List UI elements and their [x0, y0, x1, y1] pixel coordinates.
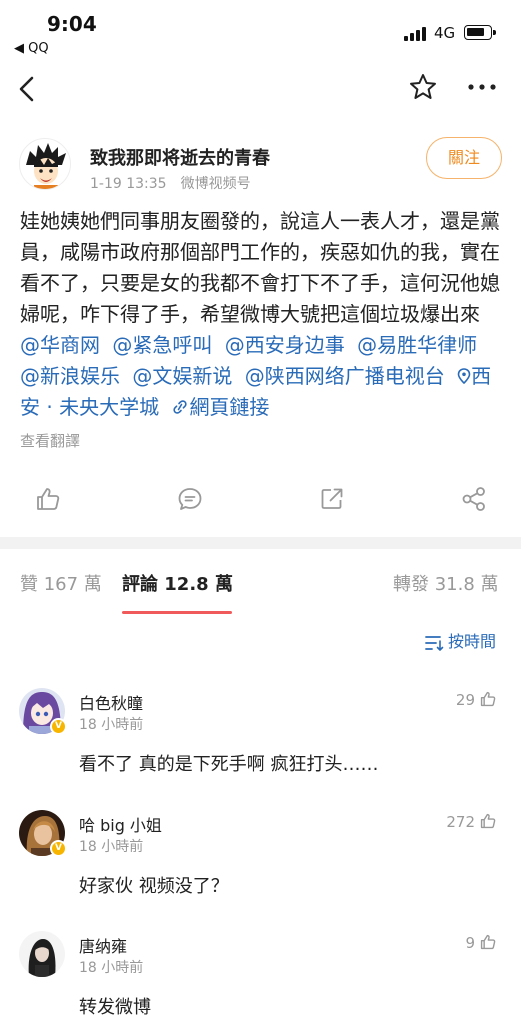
sort-icon [425, 635, 444, 651]
comment-text: 好家伙 视频没了？ [79, 876, 229, 897]
more-options-icon[interactable] [466, 72, 498, 102]
mention-link[interactable]: @新浪娱乐 [20, 364, 120, 388]
mention-link[interactable]: @华商网 [20, 333, 100, 357]
share-icon[interactable] [460, 485, 490, 515]
link-icon [173, 400, 188, 414]
battery-icon [464, 25, 496, 40]
comment-item: V 哈 big 小姐 18 小時前 272 好家伙 视频没了？ [0, 810, 521, 920]
status-bar: 9:04 ◀ QQ 4G [0, 0, 521, 62]
commenter-name[interactable]: 哈 big 小姐 [79, 812, 162, 836]
post-date: 1-19 13:35 [90, 176, 167, 192]
web-link-label: 網頁鏈接 [189, 395, 270, 419]
thumbs-up-icon [480, 813, 496, 829]
post-text: 娃她姨她們同事朋友圈發的，說這人一表人才，還是黨員，咸陽市政府那個部門工作的，疾… [20, 209, 500, 326]
repost-icon[interactable] [318, 485, 348, 515]
sort-label: 按時間 [448, 632, 497, 651]
comment-text: 看不了 真的是下死手啊 疯狂打头…… [79, 754, 379, 775]
web-link[interactable]: 網頁鏈接 [171, 395, 269, 419]
mention-link[interactable]: @文娱新说 [132, 364, 232, 388]
back-to-app-link[interactable]: ◀ QQ [14, 41, 49, 56]
status-time: 9:04 [47, 12, 97, 36]
comment-like-count: 29 [455, 691, 475, 709]
follow-button[interactable]: 關注 [426, 137, 502, 179]
tab-likes[interactable]: 贊 167 萬 [20, 570, 102, 596]
post-author-header: 致我那即将逝去的青春 1-19 13:35 微博视频号 關注 [0, 132, 521, 202]
commenter-name[interactable]: 唐纳雍 [79, 933, 127, 957]
comment-item: 唐纳雍 18 小時前 9 转发微博 [0, 931, 521, 1024]
author-name[interactable]: 致我那即将逝去的青春 [90, 144, 270, 170]
comment-icon[interactable] [176, 485, 206, 515]
network-type: 4G [434, 24, 456, 42]
interaction-tabs: 贊 167 萬 評論 12.8 萬 轉發 31.8 萬 [0, 565, 521, 615]
mention-link[interactable]: @西安身边事 [225, 333, 345, 357]
comment-time: 18 小時前 [79, 960, 144, 976]
back-arrow-icon[interactable] [16, 74, 40, 104]
nav-bar [0, 62, 521, 118]
signal-icon [404, 27, 428, 41]
sort-by-time-button[interactable]: 按時間 [424, 628, 496, 656]
location-pin-icon [457, 368, 471, 385]
section-divider [0, 537, 521, 549]
thumbs-up-icon [480, 934, 496, 950]
comment-like-button[interactable]: 9 [465, 933, 497, 952]
like-icon[interactable] [34, 485, 64, 515]
post-body: 娃她姨她們同事朋友圈發的，說這人一表人才，還是黨員，咸陽市政府那個部門工作的，疾… [20, 206, 504, 423]
commenter-name[interactable]: 白色秋瞳 [79, 690, 143, 714]
comment-time: 18 小時前 [79, 839, 144, 855]
comment-like-count: 272 [446, 813, 475, 831]
commenter-avatar[interactable] [19, 931, 65, 977]
post-source[interactable]: 微博视频号 [181, 176, 251, 192]
active-tab-indicator [122, 611, 232, 614]
comment-text: 转发微博 [79, 997, 151, 1018]
post-meta: 1-19 13:35 微博视频号 [90, 173, 251, 193]
comment-item: V 白色秋瞳 18 小時前 29 看不了 真的是下死手啊 疯狂打头…… [0, 688, 521, 798]
author-avatar[interactable] [19, 138, 71, 190]
favorite-star-icon[interactable] [408, 72, 438, 102]
tab-reposts[interactable]: 轉發 31.8 萬 [393, 570, 499, 596]
mention-link[interactable]: @陕西网络广播电视台 [245, 364, 445, 388]
mention-link[interactable]: @紧急呼叫 [112, 333, 212, 357]
verified-badge: V [50, 840, 67, 857]
verified-badge: V [50, 718, 67, 735]
comment-time: 18 小時前 [79, 717, 144, 733]
comment-like-button[interactable]: 29 [456, 690, 497, 709]
thumbs-up-icon [480, 691, 496, 707]
comment-like-button[interactable]: 272 [446, 812, 497, 831]
mention-link[interactable]: @易胜华律师 [357, 333, 477, 357]
translate-link[interactable]: 查看翻譯 [20, 430, 80, 451]
comment-like-count: 9 [465, 934, 475, 952]
post-action-bar [0, 485, 521, 525]
tab-comments[interactable]: 評論 12.8 萬 [122, 570, 233, 596]
